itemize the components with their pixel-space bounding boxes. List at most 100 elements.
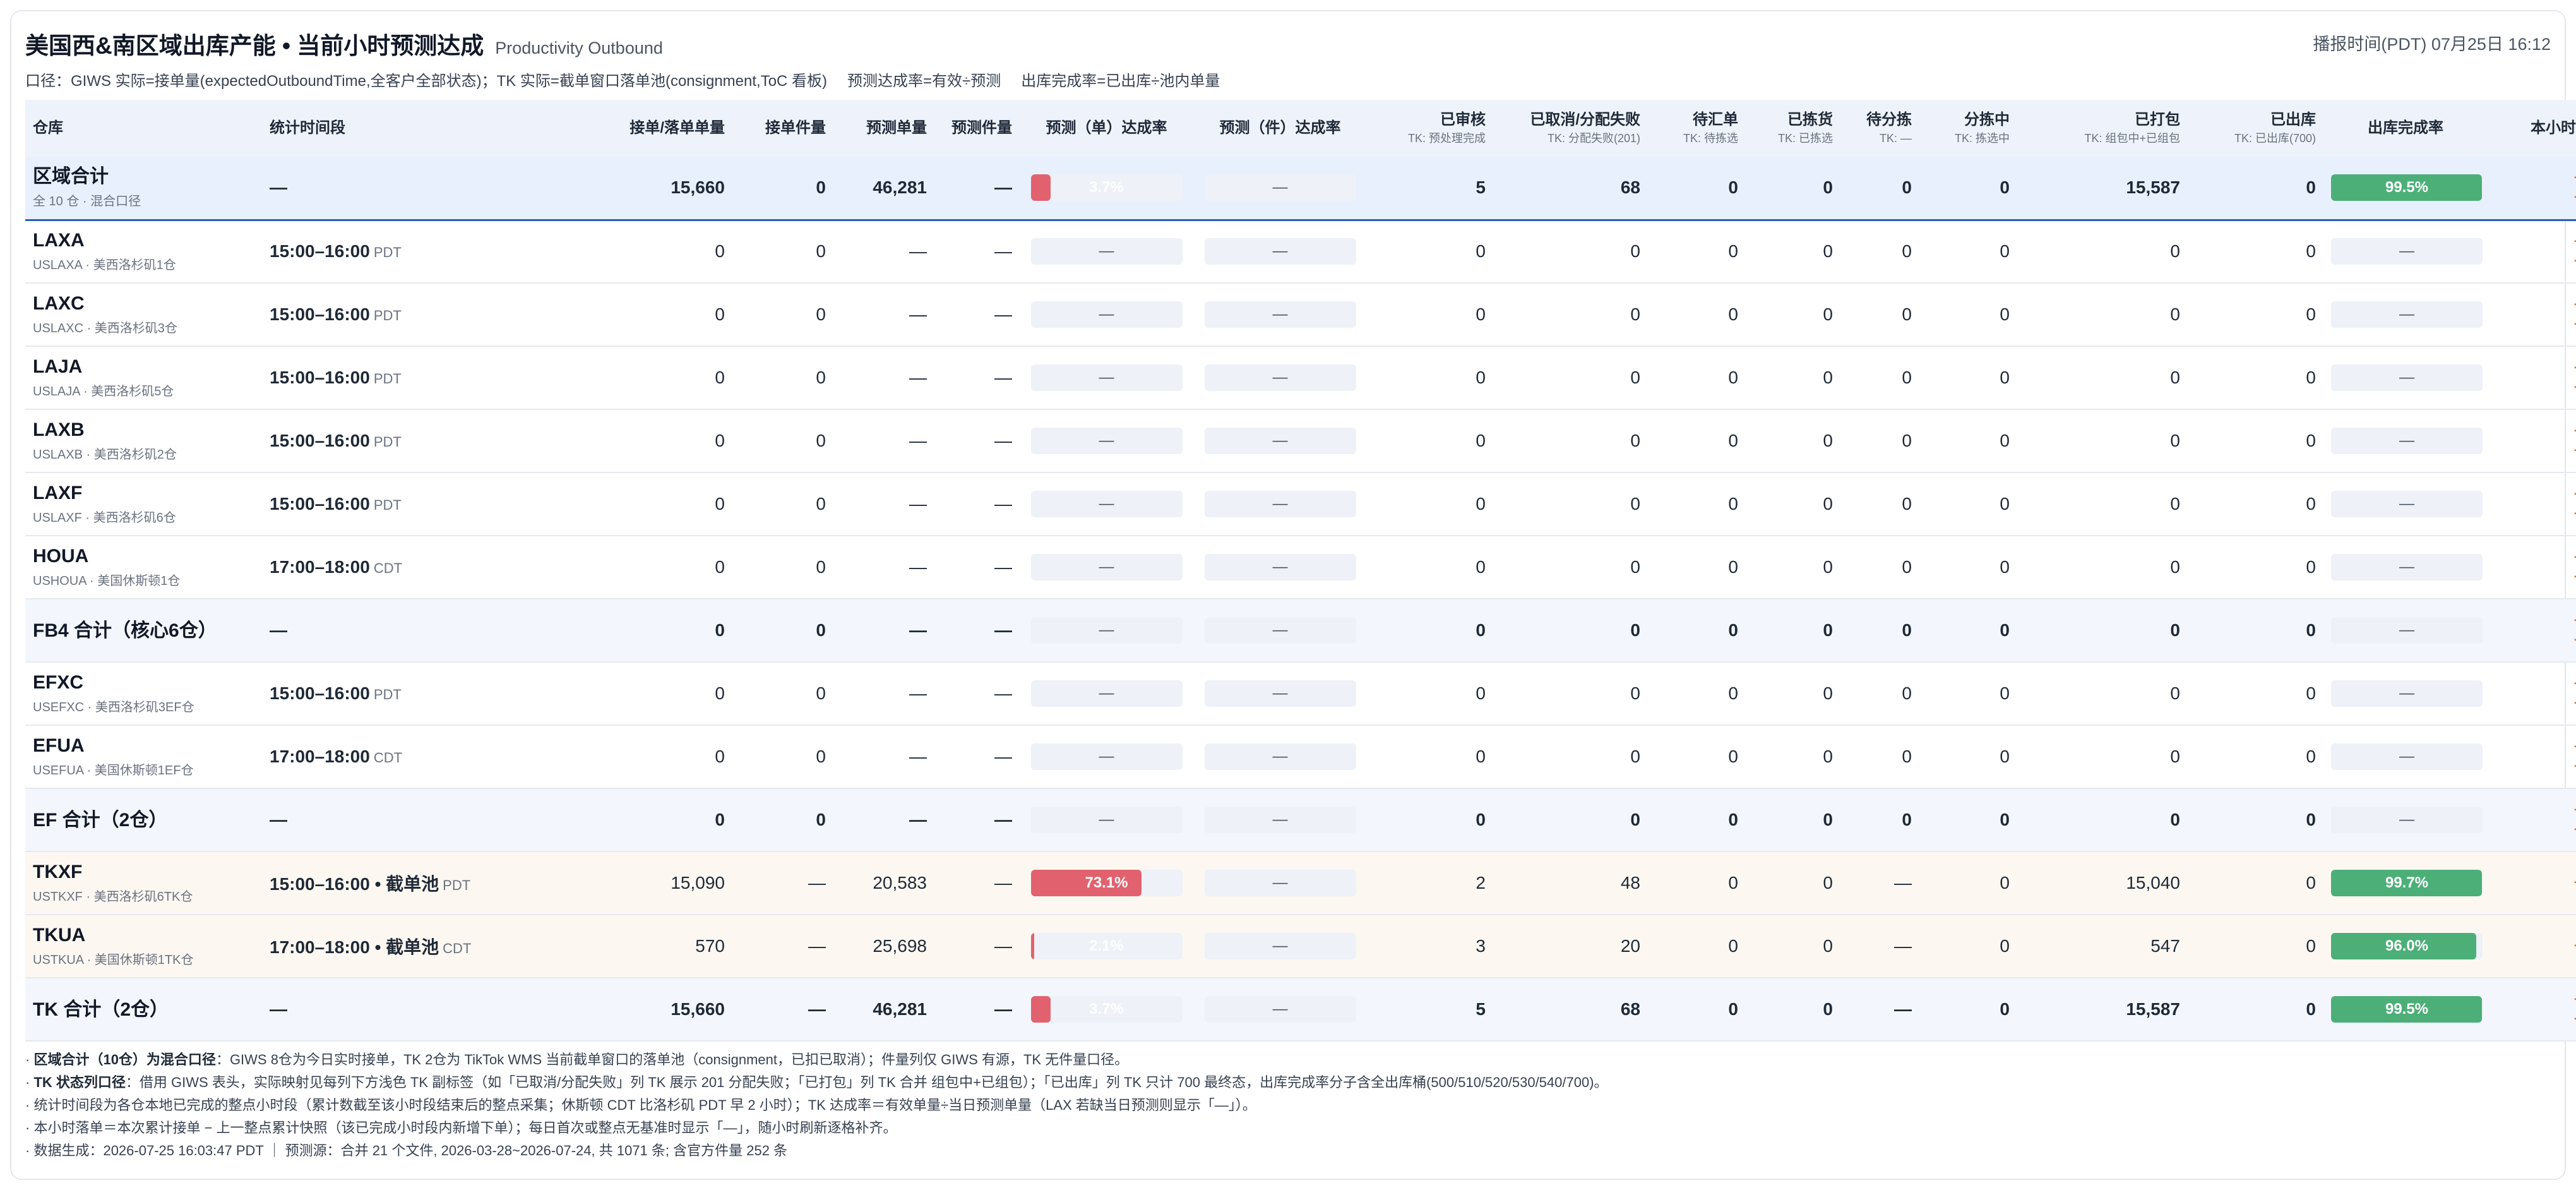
table-row[interactable]: HOUA USHOUA · 美国休斯顿1仓 17:00–18:00 CDT 0 0 — — — —… (25, 536, 2576, 599)
hour-delta-cell: +0单+0件 (2488, 346, 2576, 410)
rate1-bar: — (1030, 364, 1183, 391)
table-row[interactable]: 区域合计全 10 仓 · 混合口径 — 15,660 0 46,281 — 3.7% — 5 68… (25, 157, 2576, 221)
column-header[interactable]: 已打包 TK: 组包中+已组包 (2017, 100, 2188, 157)
table-row[interactable]: FB4 合计（核心6仓） — 0 0 — — — — 0 0 0 0 0 0 0 0 — +0单+0件 (25, 599, 2576, 663)
footer-bold: 区域合计（10仓）为混合口径 (33, 1052, 216, 1067)
column-header[interactable]: 已审核 TK: 预处理完成 (1367, 100, 1493, 157)
rate1-value: — (1099, 622, 1114, 639)
done-cell: — (2323, 599, 2488, 663)
column-header[interactable]: 统计时间段 (262, 100, 559, 157)
warehouse-name: 区域合计 (33, 166, 109, 188)
shipped-value: 0 (2306, 747, 2316, 766)
column-header[interactable]: 预测件量 (934, 100, 1020, 157)
pieces-cell: 0 (732, 157, 833, 221)
column-header[interactable]: 待汇单 TK: 待拣选 (1648, 100, 1746, 157)
column-header[interactable]: 预测（单）达成率 (1020, 100, 1193, 157)
report-time: 播报时间(PDT) 07月25日 16:12 (2313, 35, 2551, 54)
table-row[interactable]: EFUA USEFUA · 美国休斯顿1EF仓 17:00–18:00 CDT 0 0 — —… (25, 725, 2576, 789)
picked-cell: 0 (1746, 346, 1840, 410)
to_sort-value: 0 (1902, 304, 1912, 324)
picked-value: 0 (1823, 494, 1833, 514)
table-row[interactable]: LAXF USLAXF · 美西洛杉矶6仓 15:00–16:00 PDT 0 0 — — — —… (25, 472, 2576, 536)
period-value: 15:00–16:00 (270, 368, 370, 387)
pieces-value: 0 (816, 241, 826, 261)
fc_pieces-cell: — (934, 725, 1020, 789)
page-subtitle: Productivity Outbound (495, 39, 663, 57)
delta-orders: +0单 (2495, 990, 2576, 1009)
table-row[interactable]: LAXA USLAXA · 美西洛杉矶1仓 15:00–16:00 PDT 0 0 — — — —… (25, 220, 2576, 284)
column-header[interactable]: 接单/落单单量 (559, 100, 732, 157)
column-header[interactable]: 已取消/分配失败 TK: 分配失败(201) (1493, 100, 1648, 157)
rate2-bar: — (1204, 807, 1356, 833)
done-value: — (2399, 243, 2414, 260)
period-value: 17:00–18:00 • 截单池 (270, 937, 439, 957)
table-row[interactable]: TKUA USTKUA · 美国休斯顿1TK仓 17:00–18:00 • 截单池 C… (25, 915, 2576, 978)
fc_orders-value: 46,281 (873, 999, 927, 1019)
period-cell: — (262, 788, 559, 852)
done-cell: — (2323, 409, 2488, 473)
wait-cell: 0 (1648, 725, 1746, 789)
done-value: — (2399, 748, 2414, 765)
audited-value: 0 (1476, 494, 1486, 514)
packed-cell: 0 (2017, 409, 2188, 473)
table-row[interactable]: TK 合计（2仓） — 15,660 — 46,281 — 3.7% — 5 68 0 0 — 0 15,5… (25, 978, 2576, 1042)
table-row[interactable]: LAXC USLAXC · 美西洛杉矶3仓 15:00–16:00 PDT 0 0 — — — —… (25, 283, 2576, 347)
picked-value: 0 (1823, 368, 1833, 387)
warehouse-name: LAXB (33, 419, 85, 440)
column-header[interactable]: 仓库 (25, 100, 262, 157)
rate2-bar: — (1204, 491, 1356, 517)
fc_pieces-cell: — (934, 915, 1020, 978)
column-header[interactable]: 分拣中 TK: 拣选中 (1919, 100, 2017, 157)
pieces-value: 0 (816, 494, 826, 514)
table-row[interactable]: EFXC USEFXC · 美西洛杉矶3EF仓 15:00–16:00 PDT 0 0 — —… (25, 662, 2576, 726)
period-value: 15:00–16:00 (270, 304, 370, 324)
column-header[interactable]: 本小时落单 (2488, 100, 2576, 157)
pieces-cell: 0 (732, 788, 833, 852)
warehouse-subtitle: USHOUA · 美国休斯顿1仓 (33, 574, 181, 588)
picked-cell: 0 (1746, 915, 1840, 978)
fc_orders-value: — (909, 620, 927, 640)
warehouse-name: TKUA (33, 925, 86, 946)
shipped-value: 0 (2306, 873, 2316, 892)
column-header[interactable]: 预测单量 (833, 100, 934, 157)
footer-line: · 数据生成：2026-07-25 16:03:47 PDT ｜ 预测源：合并 … (25, 1143, 788, 1158)
wait-cell: 0 (1648, 220, 1746, 284)
fc_pieces-value: — (994, 873, 1012, 892)
audited-value: 0 (1476, 747, 1486, 766)
rate1-bar: — (1030, 743, 1183, 770)
table-row[interactable]: LAXB USLAXB · 美西洛杉矶2仓 15:00–16:00 PDT 0 0 — — — —… (25, 409, 2576, 473)
packed-value: 0 (2170, 368, 2180, 387)
timezone-label: PDT (373, 308, 402, 323)
fc_pieces-value: — (994, 683, 1012, 703)
packed-cell: 15,040 (2017, 851, 2188, 915)
table-row[interactable]: LAJA USLAJA · 美西洛杉矶5仓 15:00–16:00 PDT 0 0 — — — —… (25, 346, 2576, 410)
sorting-cell: 0 (1919, 662, 2017, 726)
column-header[interactable]: 已出库 TK: 已出库(700) (2188, 100, 2323, 157)
rate1-cell: — (1020, 346, 1193, 410)
rate2-bar: — (1204, 870, 1356, 896)
done-value: — (2399, 558, 2414, 575)
column-subheader: TK: 组包中+已组包 (2084, 132, 2180, 145)
wait-cell: 0 (1648, 283, 1746, 347)
orders-value: 570 (695, 936, 725, 956)
period-value: — (270, 177, 287, 198)
column-header[interactable]: 已拣货 TK: 已拣选 (1746, 100, 1840, 157)
orders-value: 0 (715, 241, 725, 261)
orders-value: 15,660 (671, 177, 725, 198)
to_sort-cell: 0 (1840, 157, 1919, 221)
column-header[interactable]: 出库完成率 (2323, 100, 2488, 157)
hour-delta-cell: +0单+0件 (2488, 220, 2576, 284)
table-row[interactable]: TKXF USTKXF · 美西洛杉矶6TK仓 15:00–16:00 • 截单池 P… (25, 851, 2576, 915)
audited-value: 0 (1476, 810, 1486, 829)
table-row[interactable]: EF 合计（2仓） — 0 0 — — — — 0 0 0 0 0 0 0 0 — +0单+0件 (25, 788, 2576, 852)
fc_orders-cell: — (833, 220, 934, 284)
timezone-label: CDT (443, 941, 472, 956)
pieces-cell: 0 (732, 472, 833, 536)
packed-cell: 0 (2017, 725, 2188, 789)
rate1-value: — (1099, 748, 1114, 765)
column-header[interactable]: 待分拣 TK: — (1840, 100, 1919, 157)
picked-cell: 0 (1746, 409, 1840, 473)
sorting-cell: 0 (1919, 220, 2017, 284)
column-header[interactable]: 接单件量 (732, 100, 833, 157)
column-header[interactable]: 预测（件）达成率 (1193, 100, 1367, 157)
